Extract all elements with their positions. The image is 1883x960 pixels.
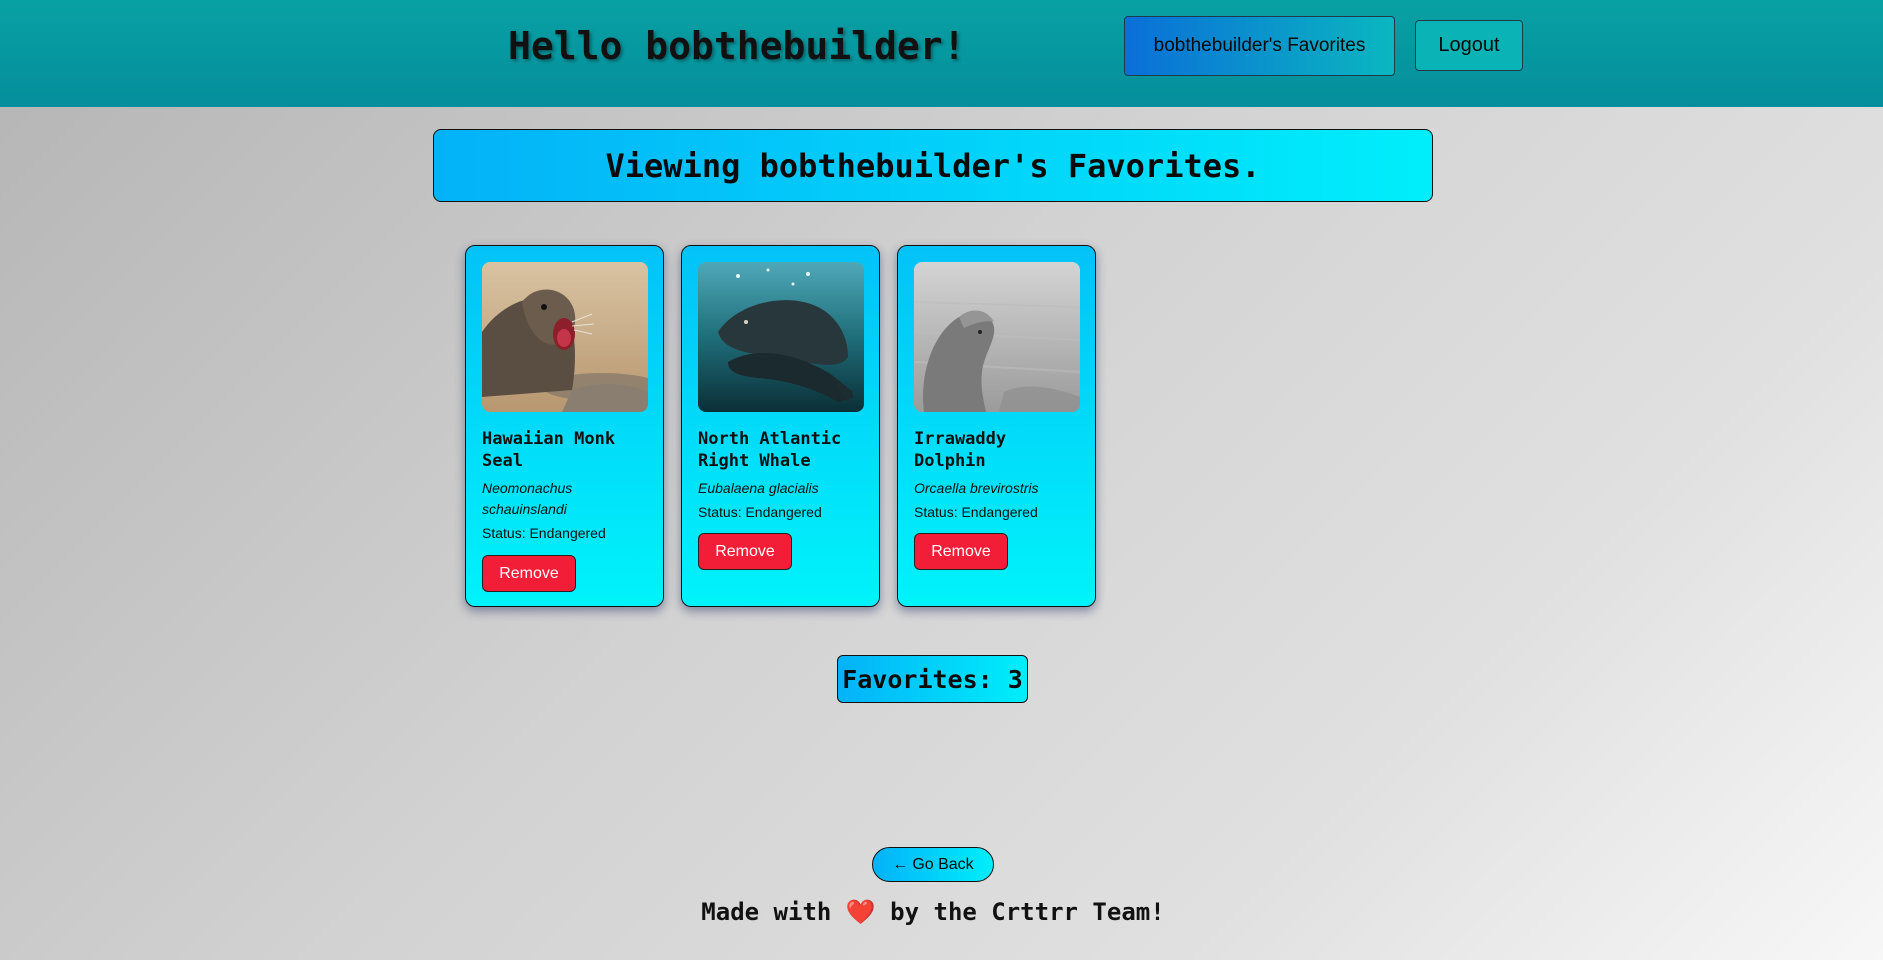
favorites-count: Favorites: 3 bbox=[837, 655, 1028, 703]
remove-button[interactable]: Remove bbox=[698, 533, 792, 570]
scientific-name: Orcaella brevirostris bbox=[914, 480, 1039, 496]
right-whale-photo bbox=[698, 262, 864, 412]
animal-card: North Atlantic Right Whale Eubalaena gla… bbox=[681, 245, 880, 607]
animal-card: Irrawaddy Dolphin Orcaella brevirostris … bbox=[897, 245, 1096, 607]
top-bar: Hello bobthebuilder! bobthebuilder's Fav… bbox=[0, 0, 1883, 107]
logout-button[interactable]: Logout bbox=[1415, 20, 1523, 71]
footer-text-before: Made with bbox=[701, 898, 832, 926]
remove-button[interactable]: Remove bbox=[482, 555, 576, 592]
conservation-status: Status: Endangered bbox=[698, 504, 822, 520]
greeting-title: Hello bobthebuilder! bbox=[508, 24, 966, 68]
favorites-nav-button[interactable]: bobthebuilder's Favorites bbox=[1124, 16, 1395, 76]
conservation-status: Status: Endangered bbox=[914, 504, 1038, 520]
dolphin-image bbox=[914, 262, 1080, 412]
banner-title: Viewing bobthebuilder's Favorites. bbox=[605, 146, 1261, 185]
scientific-name: Neomonachus schauinslandi bbox=[482, 480, 573, 517]
go-back-label: Go Back bbox=[912, 855, 974, 873]
animal-card: Hawaiian Monk Seal Neomonachus schauinsl… bbox=[465, 245, 664, 607]
conservation-status: Status: Endangered bbox=[482, 525, 606, 541]
go-back-button[interactable]: ← Go Back bbox=[872, 847, 994, 882]
monk-seal-image bbox=[482, 262, 648, 412]
animal-name: North Atlantic Right Whale bbox=[698, 429, 842, 471]
monk-seal-photo bbox=[482, 262, 648, 412]
right-whale-image bbox=[698, 262, 864, 412]
scientific-name: Eubalaena glacialis bbox=[698, 480, 819, 496]
remove-button[interactable]: Remove bbox=[914, 533, 1008, 570]
dolphin-photo bbox=[914, 262, 1080, 412]
favorites-banner: Viewing bobthebuilder's Favorites. bbox=[433, 129, 1433, 202]
heart-icon: ❤️ bbox=[845, 898, 876, 926]
arrow-left-icon: ← bbox=[892, 855, 909, 873]
footer-credit: Made with ❤️ by the Crttrr Team! bbox=[0, 898, 1866, 926]
footer-text-after: by the Crttrr Team! bbox=[890, 898, 1165, 926]
animal-name: Irrawaddy Dolphin bbox=[914, 429, 1007, 471]
animal-name: Hawaiian Monk Seal bbox=[482, 429, 616, 471]
